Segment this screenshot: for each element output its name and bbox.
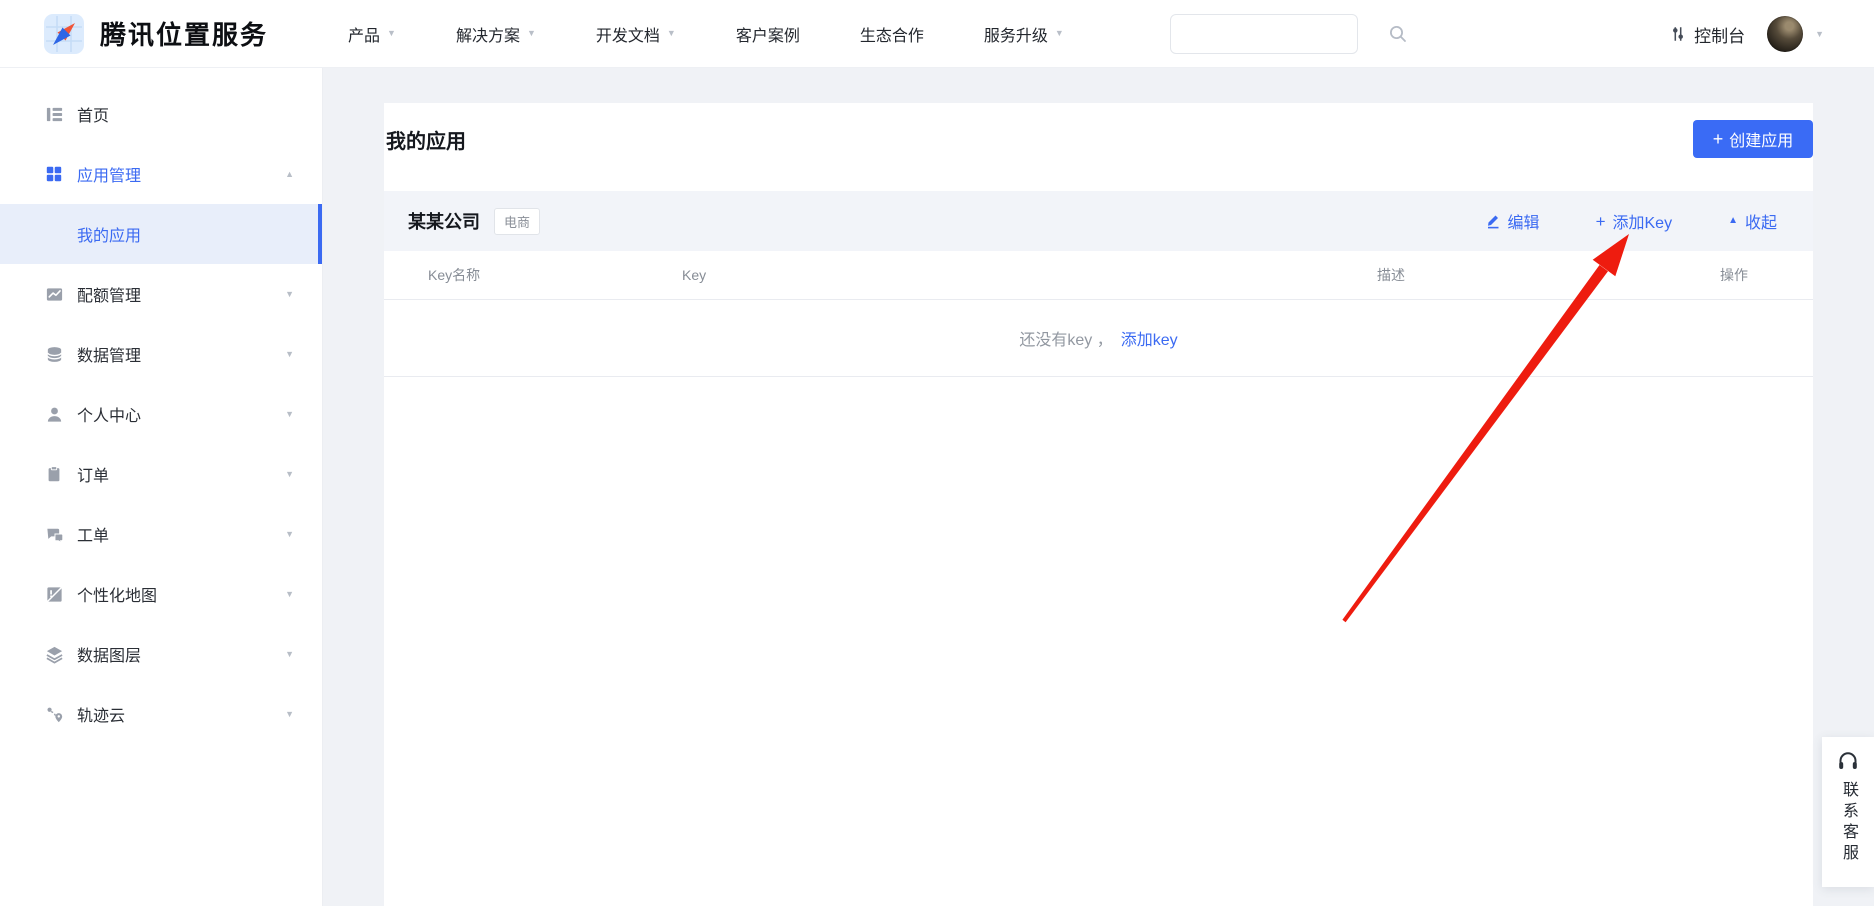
sidebar-item-orders[interactable]: 订单 ▼	[0, 444, 322, 504]
sidebar: 首页 应用管理 ▲ 我的应用 配额管理 ▼	[0, 68, 323, 906]
sidebar-item-data-layers[interactable]: 数据图层 ▼	[0, 624, 322, 684]
nav-item-docs[interactable]: 开发文档 ▼	[596, 22, 676, 46]
main-content-panel: 我的应用 + 创建应用 某某公司 电商 编辑 + 添加Key ▲ 收起	[384, 103, 1813, 906]
column-operations: 操作	[1720, 265, 1813, 285]
compass-logo-icon	[44, 14, 84, 54]
chevron-up-icon[interactable]: ▲	[285, 169, 294, 179]
sidebar-item-custom-map[interactable]: 个性化地图 ▼	[0, 564, 322, 624]
nav-item-solutions[interactable]: 解决方案 ▼	[456, 22, 536, 46]
user-icon	[44, 404, 64, 424]
top-navigation-bar: 腾讯位置服务 产品 ▼ 解决方案 ▼ 开发文档 ▼ 客户案例 生态合作 服务升级…	[0, 0, 1874, 68]
column-key-name: Key名称	[428, 265, 682, 285]
contact-service-tab[interactable]: 联系客服	[1822, 737, 1874, 887]
app-card-header: 某某公司 电商 编辑 + 添加Key ▲ 收起	[384, 191, 1813, 251]
chevron-down-icon[interactable]: ▼	[285, 589, 294, 599]
add-key-button[interactable]: + 添加Key	[1596, 209, 1673, 233]
chevron-down-icon[interactable]: ▼	[285, 349, 294, 359]
nav-item-ecosystem[interactable]: 生态合作	[860, 22, 924, 46]
key-table-header: Key名称 Key 描述 操作	[384, 251, 1813, 300]
brand-logo[interactable]: 腾讯位置服务	[44, 14, 268, 54]
console-link[interactable]: 控制台	[1669, 22, 1745, 47]
home-list-icon	[44, 104, 64, 124]
nav-item-products[interactable]: 产品 ▼	[348, 22, 396, 46]
add-key-link[interactable]: 添加key	[1121, 326, 1178, 350]
sliders-icon	[1669, 25, 1687, 43]
chevron-down-icon: ▼	[1055, 29, 1064, 38]
chevron-down-icon[interactable]: ▼	[285, 289, 294, 299]
chevron-down-icon[interactable]: ▼	[1815, 30, 1824, 39]
user-avatar[interactable]	[1767, 16, 1803, 52]
chevron-up-icon: ▲	[1728, 216, 1738, 226]
quota-chart-icon	[44, 284, 64, 304]
app-name: 某某公司	[408, 208, 480, 234]
sidebar-item-my-apps[interactable]: 我的应用	[0, 204, 322, 264]
main-nav: 产品 ▼ 解决方案 ▼ 开发文档 ▼ 客户案例 生态合作 服务升级 ▼	[348, 22, 1064, 46]
search-icon[interactable]	[1388, 24, 1408, 44]
nav-item-cases[interactable]: 客户案例	[736, 22, 800, 46]
chevron-down-icon: ▼	[667, 29, 676, 38]
headset-icon	[1836, 749, 1860, 773]
custom-map-icon	[44, 584, 64, 604]
ticket-chat-icon	[44, 524, 64, 544]
edit-app-button[interactable]: 编辑	[1485, 209, 1540, 233]
search-input[interactable]	[1171, 15, 1388, 53]
chevron-down-icon[interactable]: ▼	[285, 409, 294, 419]
chevron-down-icon: ▼	[527, 29, 536, 38]
selected-indicator-bar	[318, 204, 322, 264]
topbar-right-group: 控制台 ▼	[1669, 0, 1824, 68]
sidebar-item-personal-center[interactable]: 个人中心 ▼	[0, 384, 322, 444]
apps-grid-icon	[44, 164, 64, 184]
sidebar-item-home[interactable]: 首页	[0, 84, 322, 144]
collapse-button[interactable]: ▲ 收起	[1728, 209, 1777, 233]
chevron-down-icon: ▼	[387, 29, 396, 38]
page-title: 我的应用	[386, 125, 466, 154]
plus-icon: +	[1596, 213, 1606, 230]
contact-service-label: 联系客服	[1836, 781, 1860, 865]
empty-state-row: 还没有key ， 添加key	[384, 300, 1813, 377]
data-layers-icon	[44, 644, 64, 664]
sidebar-item-track-cloud[interactable]: 轨迹云 ▼	[0, 684, 322, 744]
column-description: 描述	[1377, 265, 1720, 285]
plus-icon: +	[1713, 130, 1724, 148]
pencil-icon	[1485, 213, 1501, 229]
column-key: Key	[682, 267, 1377, 283]
database-icon	[44, 344, 64, 364]
chevron-down-icon[interactable]: ▼	[285, 529, 294, 539]
chevron-down-icon[interactable]: ▼	[285, 649, 294, 659]
app-category-badge: 电商	[494, 208, 540, 235]
nav-item-service-upgrade[interactable]: 服务升级 ▼	[984, 22, 1064, 46]
sidebar-item-app-management[interactable]: 应用管理 ▲	[0, 144, 322, 204]
app-card-actions: 编辑 + 添加Key ▲ 收起	[1485, 209, 1777, 233]
empty-state-text: 还没有key ，	[1019, 326, 1112, 350]
order-clipboard-icon	[44, 464, 64, 484]
chevron-down-icon[interactable]: ▼	[285, 469, 294, 479]
sidebar-item-tickets[interactable]: 工单 ▼	[0, 504, 322, 564]
sidebar-item-quota[interactable]: 配额管理 ▼	[0, 264, 322, 324]
page-header: 我的应用 + 创建应用	[384, 103, 1813, 159]
track-cloud-icon	[44, 704, 64, 724]
chevron-down-icon[interactable]: ▼	[285, 709, 294, 719]
brand-name: 腾讯位置服务	[100, 15, 268, 52]
sidebar-item-data-management[interactable]: 数据管理 ▼	[0, 324, 322, 384]
create-app-button[interactable]: + 创建应用	[1693, 120, 1813, 158]
search-box	[1170, 14, 1358, 54]
